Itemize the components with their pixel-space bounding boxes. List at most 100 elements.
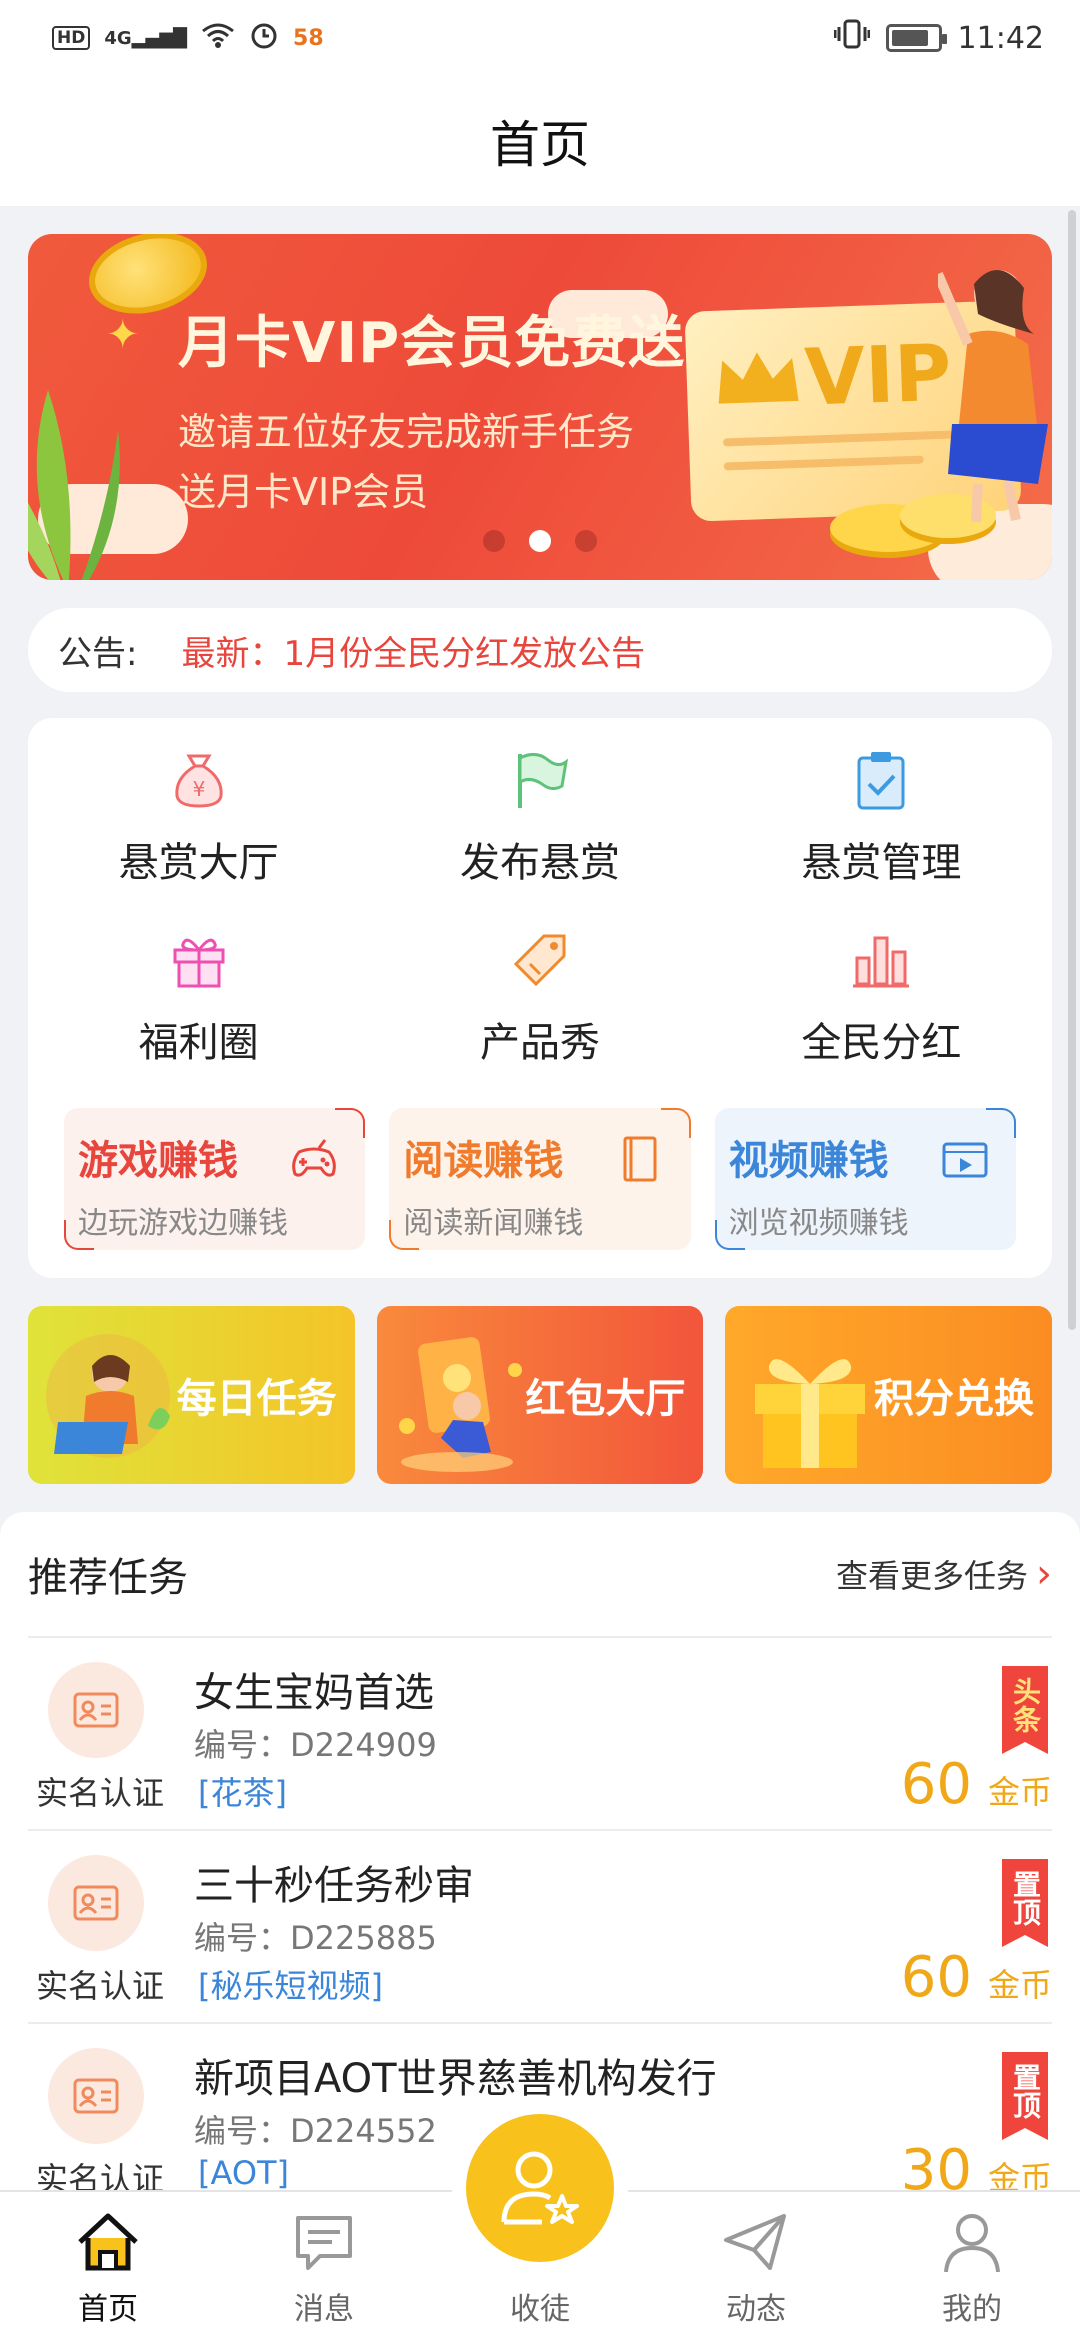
carousel-dot-active[interactable] — [529, 530, 551, 552]
earn-game-card[interactable]: 游戏赚钱 边玩游戏边赚钱 — [64, 1108, 366, 1250]
reward-amount: 60 — [900, 1945, 972, 2010]
earn-subtitle: 边玩游戏边赚钱 — [78, 1206, 288, 1241]
task-item[interactable]: 实名认证 女生宝妈首选 编号：D224909 [花茶] 头条 60 金币 — [28, 1638, 1052, 1831]
banner-line-1: 邀请五位好友完成新手任务 — [178, 410, 635, 454]
grid-item-product-show[interactable]: 产品秀 — [369, 928, 710, 1108]
svg-text:¥: ¥ — [192, 777, 205, 801]
paper-plane-icon — [724, 2214, 786, 2270]
notice-label: 公告: — [58, 633, 138, 674]
nav-messages[interactable]: 消息 — [216, 2192, 432, 2340]
view-more-tasks-link[interactable]: 查看更多任务 › — [836, 1551, 1052, 1597]
reward-amount: 60 — [900, 1752, 972, 1817]
recommended-tasks: 推荐任务 查看更多任务 › 实名认证 女生宝妈首选 编号：D224909 [花茶… — [0, 1512, 1080, 2217]
card-corner — [389, 1220, 420, 1250]
nav-profile[interactable]: 我的 — [864, 2192, 1080, 2340]
grid-item-label: 全民分红 — [801, 1020, 962, 1066]
task-item[interactable]: 实名认证 三十秒任务秒审 编号：D225885 [秘乐短视频] 置顶 60 金币 — [28, 1831, 1052, 2024]
task-tag: [秘乐短视频] — [198, 1967, 383, 2005]
id-card-icon — [48, 2048, 144, 2144]
gamepad-icon — [292, 1139, 337, 1177]
nav-home[interactable]: 首页 — [0, 2192, 216, 2340]
grid-item-reward-hall[interactable]: ¥ 悬赏大厅 — [28, 748, 369, 928]
promo-label: 红包大厅 — [525, 1376, 686, 1422]
red-packet-illustration — [398, 1337, 522, 1472]
promo-label: 积分兑换 — [874, 1376, 1035, 1422]
profile-icon — [944, 2214, 1000, 2273]
carousel-dots[interactable] — [28, 530, 1052, 552]
card-line — [723, 455, 924, 471]
sparkle-icon: ✦ — [106, 312, 140, 358]
grid-item-label: 发布悬赏 — [459, 840, 620, 886]
book-icon — [623, 1136, 657, 1182]
feature-grid-card: ¥ 悬赏大厅 发布悬赏 悬赏管理 福利圈 产品秀 全民分红 游戏赚钱 边玩游戏边… — [28, 718, 1052, 1278]
red-packet-tile[interactable]: 红包大厅 — [376, 1306, 704, 1484]
task-reward: 60 金币 — [901, 1752, 1052, 1817]
clock: 11:42 — [957, 20, 1044, 56]
reward-unit: 金币 — [987, 1773, 1052, 1811]
scrollbar[interactable] — [1068, 210, 1076, 1330]
points-exchange-tile[interactable]: 积分兑换 — [725, 1306, 1053, 1484]
crown-icon — [718, 352, 799, 404]
home-icon — [78, 2213, 138, 2271]
message-icon — [296, 2216, 352, 2270]
task-title: 新项目AOT世界慈善机构发行 — [194, 2056, 717, 2102]
nav-feed[interactable]: 动态 — [648, 2192, 864, 2340]
notice-text[interactable]: 最新：1月份全民分红发放公告 — [181, 626, 645, 675]
card-corner — [714, 1220, 745, 1250]
nav-label: 我的 — [942, 2292, 1002, 2327]
grid-item-reward-manage[interactable]: 悬赏管理 — [711, 748, 1052, 928]
grid-item-label: 悬赏管理 — [801, 840, 962, 886]
headline-badge: 头条 — [1002, 1666, 1048, 1754]
gift-icon — [173, 938, 225, 988]
carousel-dot[interactable] — [483, 530, 505, 552]
bar-chart-icon — [853, 936, 910, 988]
view-more-label: 查看更多任务 — [835, 1557, 1028, 1595]
task-tag: [AOT] — [198, 2154, 290, 2192]
vip-card-text: VIP — [803, 328, 953, 424]
page-title: 首页 — [490, 116, 590, 174]
earn-video-card[interactable]: 视频赚钱 浏览视频赚钱 — [714, 1108, 1016, 1250]
grid-item-welfare[interactable]: 福利圈 — [28, 928, 369, 1108]
task-id: 编号：D225885 — [194, 1919, 437, 1957]
daily-task-tile[interactable]: 每日任务 — [28, 1306, 355, 1484]
status-bar: HD 4G▂▄▆█ 58 11:42 — [0, 0, 1080, 76]
nav-label: 首页 — [78, 2292, 138, 2327]
app-badge: 58 — [293, 25, 324, 51]
notice-bar[interactable]: 公告: 最新：1月份全民分红发放公告 — [28, 608, 1052, 692]
card-corner — [64, 1220, 94, 1250]
tasks-header: 推荐任务 查看更多任务 › — [28, 1512, 1052, 1638]
pinned-badge: 置顶 — [1002, 1859, 1048, 1947]
carousel-dot[interactable] — [575, 530, 597, 552]
network-type: 4G — [104, 27, 132, 49]
gift-box-illustration — [755, 1359, 866, 1468]
recruit-fab-button[interactable] — [466, 2114, 614, 2262]
pinned-badge: 置顶 — [1002, 2052, 1048, 2140]
money-bag-icon: ¥ — [175, 754, 223, 808]
signal-icon: 4G▂▄▆█ — [104, 27, 188, 49]
task-reward: 60 金币 — [901, 1945, 1052, 2010]
wifi-icon — [201, 21, 235, 55]
tag-icon — [513, 934, 566, 987]
grid-item-post-reward[interactable]: 发布悬赏 — [369, 748, 710, 928]
task-tag: [花茶] — [198, 1774, 287, 1812]
banner-line-2: 送月卡VIP会员 — [178, 470, 429, 514]
earn-subtitle: 浏览视频赚钱 — [728, 1206, 909, 1241]
person-laptop-illustration — [46, 1334, 170, 1458]
promo-banner[interactable]: ✦ 月卡VIP会员免费送 邀请五位好友完成新手任务 送月卡VIP会员 VIP — [28, 234, 1052, 580]
earn-subtitle: 阅读新闻赚钱 — [403, 1206, 584, 1241]
section-title: 推荐任务 — [28, 1555, 188, 1601]
status-left: HD 4G▂▄▆█ 58 — [52, 20, 324, 56]
flag-icon — [517, 753, 569, 808]
card-line — [722, 430, 954, 447]
recruit-icon — [501, 2151, 579, 2225]
app-header: 首页 — [0, 76, 1080, 206]
earn-read-card[interactable]: 阅读赚钱 阅读新闻赚钱 — [389, 1108, 691, 1250]
grid-item-label: 产品秀 — [479, 1020, 600, 1066]
woman-illustration — [938, 269, 1048, 523]
promo-label: 每日任务 — [176, 1376, 337, 1422]
task-id: 编号：D224552 — [194, 2112, 437, 2150]
grid-item-dividend[interactable]: 全民分红 — [711, 928, 1052, 1108]
card-corner — [660, 1108, 691, 1138]
card-corner — [335, 1108, 366, 1138]
banner-subtitle: 邀请五位好友完成新手任务 送月卡VIP会员 — [178, 402, 634, 522]
